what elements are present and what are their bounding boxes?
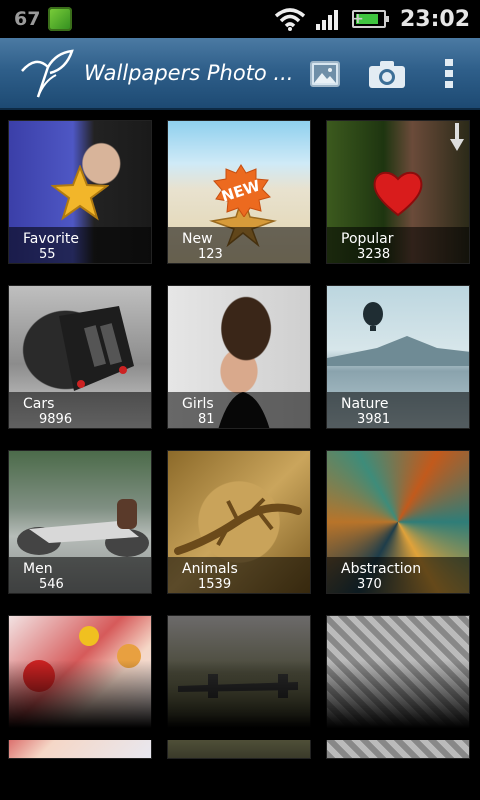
battery-charging-icon: + <box>351 10 389 28</box>
camera-icon <box>369 61 405 88</box>
category-count: 3238 <box>357 247 391 262</box>
tile-caption: Abstraction 370 <box>327 557 469 593</box>
category-label: Favorite <box>23 231 79 247</box>
category-count: 9896 <box>39 412 73 427</box>
category-tile-cars[interactable]: Cars 9896 <box>8 285 152 429</box>
category-tile-popular[interactable]: Popular 3238 <box>326 120 470 264</box>
category-label: Cars <box>23 396 55 412</box>
category-tile-abstraction[interactable]: Abstraction 370 <box>326 450 470 594</box>
category-count: 1539 <box>198 577 232 592</box>
tile-caption: New 123 <box>168 227 310 263</box>
category-label: Animals <box>182 561 238 577</box>
gallery-icon <box>310 61 340 87</box>
status-bar: 67 + 23:02 <box>0 0 480 38</box>
flowers-image <box>23 626 141 692</box>
category-tile-new[interactable]: NEW New 123 <box>167 120 311 264</box>
category-count: 55 <box>39 247 56 262</box>
tile-caption: Animals 1539 <box>168 557 310 593</box>
category-label: Girls <box>182 396 214 412</box>
overflow-menu-icon <box>445 59 453 88</box>
category-tile-row4-1[interactable] <box>8 615 152 759</box>
tile-caption: Favorite 55 <box>9 227 151 263</box>
heart-icon <box>373 171 423 217</box>
category-count: 370 <box>357 577 382 592</box>
category-count: 3981 <box>357 412 391 427</box>
tile-caption: Nature 3981 <box>327 392 469 428</box>
category-label: Nature <box>341 396 389 412</box>
tile-caption: Men 546 <box>9 557 151 593</box>
category-count: 123 <box>198 247 223 262</box>
balloon-image <box>327 302 469 366</box>
new-badge-icon: NEW <box>213 164 271 217</box>
category-label: Men <box>23 561 53 577</box>
motorcycle-image <box>17 499 149 557</box>
car-image <box>59 306 134 391</box>
category-label: Popular <box>341 231 394 247</box>
aircraft-image <box>178 674 298 698</box>
category-tile-girls[interactable]: Girls 81 <box>167 285 311 429</box>
category-tile-row4-2[interactable] <box>167 615 311 759</box>
app-logo-icon[interactable] <box>16 45 76 101</box>
camera-button[interactable] <box>356 38 418 110</box>
category-count: 81 <box>198 412 215 427</box>
category-tile-men[interactable]: Men 546 <box>8 450 152 594</box>
app-title: Wallpapers Photo ... <box>84 61 294 85</box>
tile-caption: Cars 9896 <box>9 392 151 428</box>
clock: 23:02 <box>399 6 470 32</box>
signal-icon <box>315 10 338 30</box>
download-arrow-icon <box>450 123 464 151</box>
notification-count: 67 <box>14 8 41 30</box>
tile-caption: Girls 81 <box>168 392 310 428</box>
category-tile-row4-3[interactable] <box>326 615 470 759</box>
category-tile-animals[interactable]: Animals 1539 <box>167 450 311 594</box>
star-icon <box>51 165 109 221</box>
lizard-image <box>174 497 302 555</box>
overflow-menu-button[interactable] <box>418 38 480 110</box>
tiger-app-icon <box>48 7 73 31</box>
category-tile-favorite[interactable]: Favorite 55 <box>8 120 152 264</box>
category-count: 546 <box>39 577 64 592</box>
tile-caption: Popular 3238 <box>327 227 469 263</box>
wifi-icon <box>274 8 306 31</box>
action-bar: Wallpapers Photo ... <box>0 38 480 110</box>
gallery-button[interactable] <box>294 38 356 110</box>
category-label: Abstraction <box>341 561 422 577</box>
category-tile-nature[interactable]: Nature 3981 <box>326 285 470 429</box>
category-label: New <box>182 231 213 247</box>
